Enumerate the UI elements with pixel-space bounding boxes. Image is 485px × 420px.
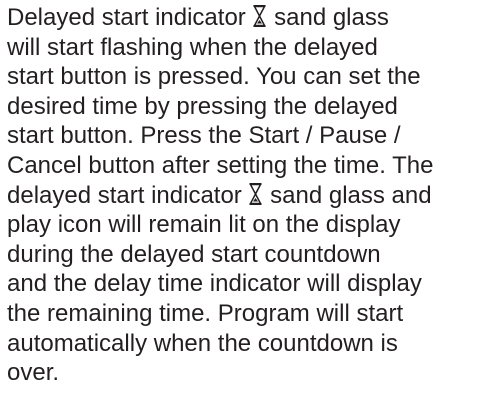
paragraph-line-2: will start flashing when the delayed <box>7 33 378 61</box>
paragraph-line-4: desired time by pressing the delayed <box>7 92 398 120</box>
paragraph-line-13: over. <box>7 359 60 387</box>
line-text: sand glass and <box>263 181 432 209</box>
paragraph-line-1: Delayed start indicator sand glass <box>7 3 485 33</box>
line-text: Delayed start indicator <box>7 4 253 31</box>
paragraph-line-9: during the delayed start countdown <box>7 240 381 268</box>
hourglass-icon <box>249 182 263 205</box>
line-text: delayed start indicator <box>7 181 249 209</box>
paragraph-line-7: delayed start indicator sand glass and <box>7 181 485 211</box>
paragraph-line-10: and the delay time indicator will displa… <box>7 270 422 298</box>
instruction-paragraph: Delayed start indicator sand glass will … <box>7 3 485 388</box>
paragraph-line-3: start button is pressed. You can set the <box>7 63 421 91</box>
paragraph-line-6: Cancel button after setting the time. Th… <box>7 151 434 179</box>
paragraph-line-12: automatically when the countdown is <box>7 329 398 357</box>
paragraph-line-8: play icon will remain lit on the display <box>7 211 401 239</box>
paragraph-line-5: start button. Press the Start / Pause / <box>7 122 401 150</box>
paragraph-line-11: the remaining time. Program will start <box>7 299 404 327</box>
line-text: sand glass <box>267 4 389 31</box>
hourglass-icon <box>253 5 267 27</box>
